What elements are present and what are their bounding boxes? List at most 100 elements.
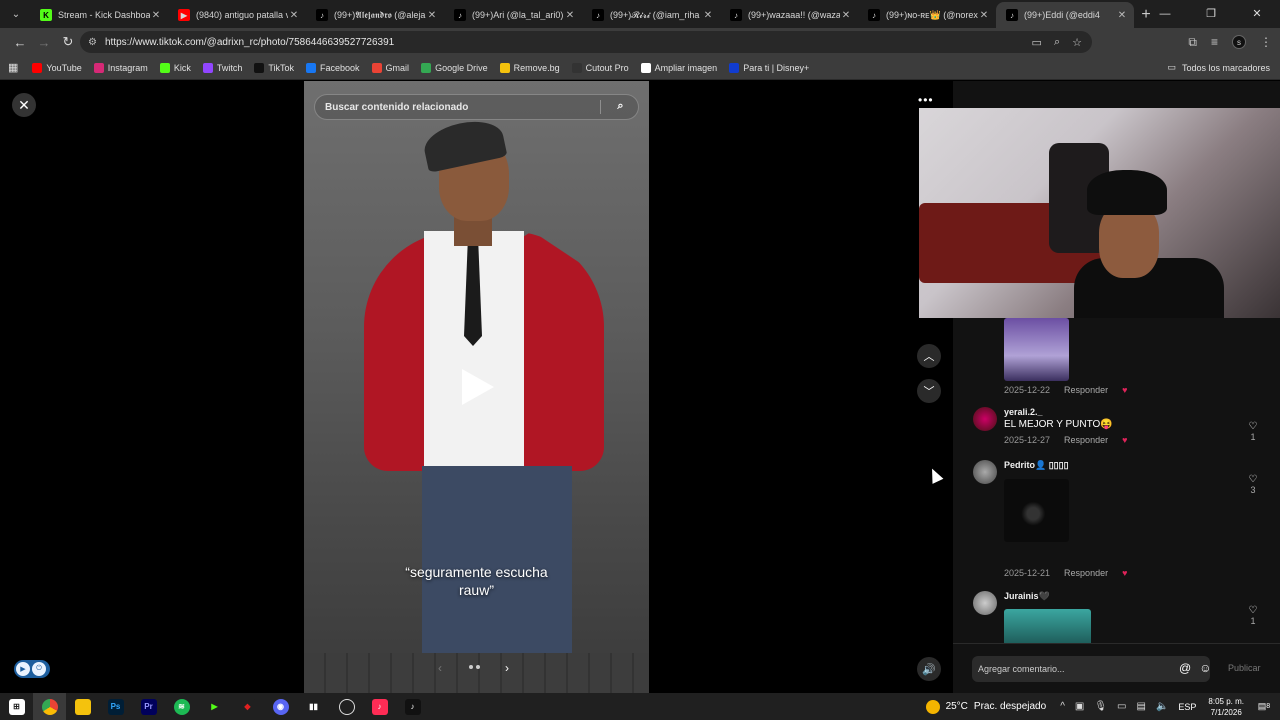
tab-close-icon[interactable]: ✕ [702, 10, 714, 21]
volume-button[interactable]: 🔊 [917, 657, 941, 681]
tiktok-taskbar[interactable]: ♪ [396, 693, 429, 720]
tray-app-icon[interactable]: ▣ [1075, 701, 1084, 712]
bookmark-item[interactable]: Cutout Pro [571, 62, 629, 73]
close-window-button[interactable]: ✕ [1234, 0, 1280, 28]
display-icon[interactable]: ▭ [1117, 701, 1126, 712]
related-search-input[interactable]: Buscar contenido relacionado ⌕ [314, 94, 639, 120]
photo-prev-arrow[interactable]: ‹ [438, 661, 442, 675]
bookmark-item[interactable]: TikTok [254, 62, 294, 73]
tab-close-icon[interactable]: ✕ [840, 10, 852, 21]
tab-close-icon[interactable]: ✕ [426, 10, 438, 21]
publish-button[interactable]: Publicar [1228, 663, 1261, 673]
emoji-icon[interactable]: ☺ [1199, 661, 1211, 675]
zoom-icon[interactable]: ⌕ [1054, 36, 1060, 49]
all-bookmarks[interactable]: ▭ Todos los marcadores [1167, 62, 1270, 73]
cast-icon[interactable]: ▭ [1032, 36, 1042, 49]
reply-button[interactable]: Responder [1064, 568, 1108, 578]
comment-username[interactable]: yerali.2._ [1004, 407, 1043, 417]
tab-close-icon[interactable]: ✕ [288, 10, 300, 21]
browser-tab[interactable]: ♪ (99+)Ari (@la_tal_ari0) | ✕ [444, 2, 582, 28]
profile-avatar[interactable]: s [1232, 35, 1246, 49]
spotify-taskbar[interactable]: ≋ [165, 693, 198, 720]
avatar[interactable] [973, 591, 997, 615]
speaker-icon[interactable]: 🔈 [1156, 701, 1168, 712]
bookmark-star-icon[interactable]: ☆ [1072, 36, 1082, 49]
clock[interactable]: 8:05 p. m. 7/1/2026 [1208, 696, 1244, 718]
audio-app-taskbar[interactable]: ▮▮ [297, 693, 330, 720]
bookmark-item[interactable]: Instagram [93, 62, 148, 73]
reply-button[interactable]: Responder [1064, 385, 1108, 395]
previous-post-button[interactable]: ︿ [917, 344, 941, 368]
notification-center[interactable]: ▤ 8 [1254, 699, 1274, 715]
browser-tab[interactable]: ♪ (99+)Eddi (@eddi4 ✕ [996, 2, 1134, 28]
tiktok-studio-taskbar[interactable]: ♪ [363, 693, 396, 720]
browser-tab[interactable]: ▶ (9840) antiguo patalla ve ✕ [168, 2, 306, 28]
browser-tab[interactable]: ♪ (99+)wazaaa!! (@wazaa ✕ [720, 2, 858, 28]
next-post-button[interactable]: ﹀ [917, 379, 941, 403]
mention-icon[interactable]: @ [1179, 661, 1191, 675]
premiere-taskbar[interactable]: Pr [132, 693, 165, 720]
more-options-icon[interactable]: ••• [918, 93, 934, 107]
comment-username[interactable]: Pedrito👤 ▯▯▯▯ [1004, 460, 1069, 471]
bookmark-item[interactable]: Kick [159, 62, 191, 73]
bookmark-item[interactable]: Google Drive [421, 62, 488, 73]
photoshop-taskbar[interactable]: Ps [99, 693, 132, 720]
red-app-taskbar[interactable]: ◆ [231, 693, 264, 720]
reply-button[interactable]: Responder [1064, 435, 1108, 445]
tab-close-icon[interactable]: ✕ [564, 10, 576, 21]
tab-close-icon[interactable]: ✕ [1116, 10, 1128, 21]
back-button[interactable]: ← [8, 35, 32, 50]
browser-tab[interactable]: ♪ (99+)𝕬𝖑𝖊𝖏𝖆𝖓𝖉𝖗𝖔 (@alejan ✕ [306, 2, 444, 28]
comment-username[interactable]: Jurainis🖤 [1004, 591, 1050, 602]
chrome-menu-icon[interactable]: ⋮ [1260, 35, 1272, 49]
comment-image[interactable] [1004, 318, 1069, 381]
bookmark-item[interactable]: Para ti | Disney+ [729, 62, 809, 73]
reload-button[interactable]: ↻ [56, 34, 80, 50]
explorer-taskbar[interactable] [66, 693, 99, 720]
pip-toggle[interactable]: ▶ ⏻ [14, 660, 50, 678]
weather-widget[interactable]: 25°C Prac. despejado [925, 699, 1046, 714]
bookmark-item[interactable]: YouTube [32, 62, 82, 73]
play-icon[interactable] [462, 369, 494, 405]
like-button[interactable]: ♡ 3 [1246, 474, 1260, 495]
start-button[interactable]: ⊞ [0, 693, 33, 720]
tab-search-button[interactable]: ⌄ [4, 2, 28, 26]
avatar[interactable] [973, 460, 997, 484]
browser-tab[interactable]: K Stream - Kick Dashboard ✕ [30, 2, 168, 28]
close-viewer-button[interactable]: ✕ [12, 93, 36, 117]
extensions-icon[interactable]: ⧉ [1188, 35, 1197, 50]
photo-next-arrow[interactable]: › [505, 661, 509, 675]
comment-input[interactable]: Agregar comentario... [972, 656, 1210, 682]
site-info-icon[interactable]: ⚙ [88, 37, 97, 48]
chrome-taskbar[interactable] [33, 693, 66, 720]
minimize-button[interactable]: — [1142, 0, 1188, 28]
forward-button[interactable]: → [32, 35, 56, 50]
search-icon[interactable]: ⌕ [600, 100, 630, 114]
bookmark-item[interactable]: Facebook [306, 62, 360, 73]
tab-close-icon[interactable]: ✕ [978, 10, 990, 21]
tray-expand-icon[interactable]: ^ [1060, 701, 1065, 712]
bookmark-item[interactable]: Remove.bg [499, 62, 560, 73]
browser-tab[interactable]: ♪ (99+)𝓡𝓲𝓻𝓲 (@iam_riha ✕ [582, 2, 720, 28]
like-button[interactable]: ♡ 1 [1246, 421, 1260, 442]
kick-taskbar[interactable]: ▶ [198, 693, 231, 720]
browser-tab[interactable]: ♪ (99+)ɴᴏ-ʀᴇ👑 (@norexo ✕ [858, 2, 996, 28]
bookmark-item[interactable]: Ampliar imagen [640, 62, 717, 73]
comment-image[interactable] [1004, 609, 1091, 643]
restore-button[interactable]: ❐ [1188, 0, 1234, 28]
post-photo[interactable]: “seguramente escucha rauw” Buscar conten… [304, 81, 649, 693]
omnibox[interactable]: ⚙ https://www.tiktok.com/@adrixn_rc/phot… [80, 31, 1092, 53]
clock-app-taskbar[interactable] [330, 693, 363, 720]
language-indicator[interactable]: ESP [1178, 702, 1196, 712]
apps-grid-icon[interactable]: ▦ [8, 61, 18, 74]
media-control-icon[interactable]: ≡ [1211, 35, 1218, 49]
mic-icon[interactable]: 🎙 [1094, 701, 1107, 712]
comment-image[interactable] [1004, 479, 1069, 542]
network-icon[interactable]: ▤ [1137, 701, 1146, 712]
avatar[interactable] [973, 407, 997, 431]
tab-close-icon[interactable]: ✕ [150, 10, 162, 21]
bookmark-item[interactable]: Gmail [371, 62, 409, 73]
obs-taskbar[interactable]: ◉ [264, 693, 297, 720]
bookmark-item[interactable]: Twitch [202, 62, 242, 73]
like-button[interactable]: ♡ 1 [1246, 605, 1260, 626]
